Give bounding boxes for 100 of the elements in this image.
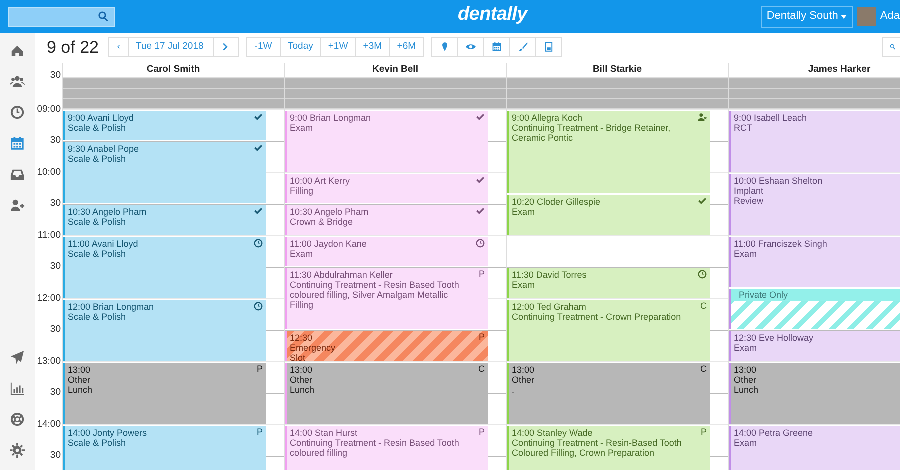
blocked-time-block[interactable]: 13:00 Other Lunch C [285,362,488,424]
time-label: 10:00 [37,168,61,178]
jump-button[interactable]: +1W [320,37,356,57]
user-name[interactable]: Ada [880,8,900,25]
appointment-block[interactable]: 9:00 Allegra Koch Continuing Treatment - Bridge Retainer, Ceramic Pontic [507,110,710,192]
appointment-block[interactable]: 12:00 Ted Graham Continuing Treatment - Crown Preparation C [507,300,710,360]
appointment-block[interactable]: 14:00 Jonty Powers Scale & Polish P [63,426,266,470]
search-icon [98,11,109,22]
private-time-block[interactable]: Private Only [729,289,900,329]
appointment-block[interactable]: 9:00 Isabell Leach RCT [729,110,900,172]
search-button[interactable] [882,37,900,57]
blocked-time-block[interactable]: 13:00 Other Lunch [729,362,900,424]
appointment-detail: Review [734,196,765,206]
time-label: 12:00 [37,294,61,304]
time-label: 30 [50,451,61,461]
appointment-detail: Continuing Treatment - Resin-Based Tooth Coloured Filling, Crown Preparation [512,438,683,458]
appointment-time: 11:00 Jaydon Kane [290,238,368,248]
appointment-block[interactable]: 11:00 Franciszek Singh Exam [729,236,900,287]
appointment-time: 11:00 Avani Lloyd [68,238,140,248]
blocked-time-block[interactable]: 13:00 Other Lunch P [63,362,266,424]
appointment-detail: Scale & Polish [68,154,128,164]
appointment-block[interactable]: 12:00 Brian Longman Scale & Polish [63,300,266,360]
appointment-detail: Exam [290,122,314,132]
appointment-time: 9:00 Avani Lloyd [68,112,135,122]
appointment-block[interactable]: 14:00 Petra Greene Exam [729,426,900,470]
appointment-time: 10:00 Art Kerry [290,176,352,186]
appointment-detail: Filling [290,186,315,196]
appointment-detail: Continuing Treatment - Crown Preparation [512,312,682,322]
appointment-detail: Scale & Polish [68,122,126,132]
appointment-detail: Exam [734,438,758,448]
appointment-block[interactable]: 11:30 Abdulrahman Keller Continuing Treatment - Resin Based Tooth coloured filling, Silver Amalgam Metallic Filling P [285,268,488,329]
appointment-block[interactable]: 10:00 Art Kerry Filling [285,174,488,203]
calendar-icon [492,42,502,52]
appointment-detail: Continuing Treatment - Resin Based Tooth coloured filling, Silver Amalgam Metallic Filling [290,280,460,310]
appointment-block[interactable]: 10:00 Eshaan Shelton Implant Review [729,174,900,234]
appointment-block[interactable]: 11:30 David Torres Exam [507,268,710,298]
appointment-detail: . [512,384,516,394]
calendar-button[interactable] [483,37,510,57]
appointment-block[interactable]: 9:30 Anabel Pope Scale & Polish [63,142,266,203]
date-button[interactable]: Tue 17 Jul 2018 [128,37,214,57]
appointment-time: 13:00 [512,364,536,374]
appointment-block[interactable]: 14:00 Stanley Wade Continuing Treatment - Resin-Based Tooth Coloured Filling, Crown Preparation P [507,426,710,470]
appointment-time: 13:00 [734,364,758,374]
status-letter: P [256,426,263,436]
status-letter: P [478,332,485,342]
appointment-time: 13:00 [68,364,92,374]
time-label: 30 [50,136,61,146]
jump-button[interactable]: +6M [389,37,424,57]
appointment-block[interactable]: 9:00 Avani Lloyd Scale & Polish [63,110,266,140]
time-label: 30 [50,262,61,272]
page-counter: 9 of 22 [47,37,99,59]
appointment-detail: Exam [512,206,536,216]
appointment-detail: Other [734,374,758,384]
appointment-time: 14:00 Jonty Powers [68,428,148,438]
appointment-time: 14:00 Stan Hurst [290,428,359,438]
appointment-block[interactable]: 14:00 Stan Hurst Continuing Treatment - Resin Based Tooth coloured filling P [285,426,488,470]
appointment-detail: Other [290,374,314,384]
appointment-block[interactable]: 11:00 Jaydon Kane Exam [285,236,488,266]
column-header: Kevin Bell [285,63,506,78]
blocked-time-block[interactable]: 13:00 Other . C [507,362,710,424]
appointment-time: 11:00 Franciszek Singh [734,238,828,248]
appointment-detail: Scale & Polish [68,217,128,227]
appointment-time: 9:00 Allegra Koch [512,112,584,122]
appointment-block[interactable]: 12:30 Eve Holloway Exam [729,331,900,360]
search-field[interactable] [8,6,115,26]
appointment-time: 9:00 Isabell Leach [734,112,808,122]
appointment-block[interactable]: 10:30 Angelo Pham Crown & Bridge [285,205,488,234]
appointment-detail: Crown & Bridge [290,217,354,227]
eye-icon [466,42,476,52]
appointment-block[interactable]: 9:00 Brian Longman Exam [285,110,488,172]
brush-button[interactable] [509,37,536,57]
appointment-block[interactable]: 10:30 Angelo Pham Scale & Polish [63,205,266,234]
time-label: 14:00 [37,420,61,430]
tablet-button[interactable] [535,37,562,57]
appointment-detail: Lunch [734,384,760,394]
tablet-icon [544,42,554,52]
map-pin-icon [440,42,450,52]
jump-button[interactable]: +3M [355,37,390,57]
appointment-detail: Continuing Treatment - Bridge Retainer, Ceramic Pontic [512,122,672,142]
status-letter: P [700,426,707,436]
time-label: 09:00 [37,104,61,114]
jump-button[interactable]: -1W [246,37,281,57]
private-label: Private Only [738,289,790,301]
appointment-block[interactable]: 10:20 Cloder Gillespie Exam [507,194,710,234]
time-label: 30 [50,388,61,398]
appointment-time: 10:00 Eshaan Shelton [734,176,824,186]
logo[interactable]: dentally [458,4,528,26]
status-letter: C [700,364,707,374]
practice-dropdown[interactable]: Dentally South [760,6,854,28]
next-day-button[interactable] [213,37,239,57]
appointment-time: 10:20 Cloder Gillespie [512,196,602,206]
appointment-detail: Lunch [68,384,94,394]
appointment-time: 12:00 Brian Longman [68,302,156,312]
status-letter: P [256,364,263,374]
map-pin-button[interactable] [431,37,458,57]
jump-button[interactable]: Today [280,37,322,57]
eye-button[interactable] [457,37,484,57]
appointment-detail: Other [512,374,536,384]
appointment-detail: Exam [734,248,758,258]
appointment-block[interactable]: 11:00 Avani Lloyd Scale & Polish [63,236,266,298]
